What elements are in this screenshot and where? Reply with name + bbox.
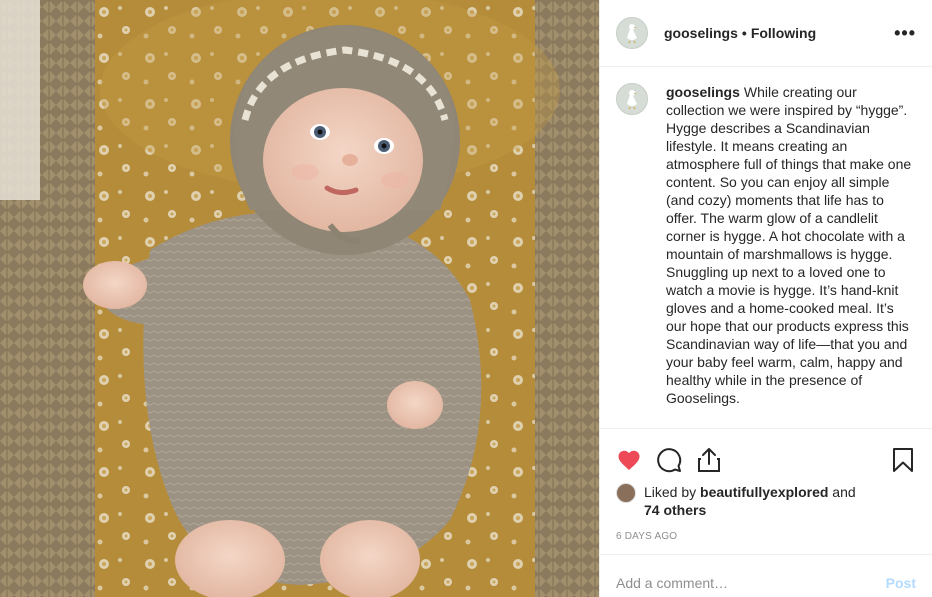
profile-avatar[interactable]: [616, 17, 648, 49]
bookmark-icon[interactable]: [890, 447, 916, 473]
goose-logo-icon: [627, 24, 637, 44]
post-comment-button[interactable]: Post: [886, 575, 916, 591]
caption-text-block: gooselings While creating our collection …: [666, 83, 916, 412]
caption-area: gooselings While creating our collection …: [600, 67, 932, 429]
post-timestamp[interactable]: 6 DAYS AGO: [600, 525, 932, 555]
liker-username[interactable]: beautifullyexplored: [700, 484, 828, 500]
comment-row: Post: [600, 555, 932, 597]
share-icon[interactable]: [696, 447, 722, 473]
header-username[interactable]: gooselings: [664, 25, 738, 41]
post-header: gooselings • Following •••: [600, 0, 932, 67]
post-photo[interactable]: [0, 0, 599, 597]
likes-others-link[interactable]: 74 others: [644, 502, 706, 518]
comment-input[interactable]: [616, 575, 886, 591]
header-separator: •: [741, 25, 747, 41]
more-options-icon[interactable]: •••: [894, 23, 916, 44]
likes-summary: Liked by beautifullyexplored and 74 othe…: [600, 483, 932, 519]
post-side-panel: gooselings • Following ••• gooselings Whi…: [599, 0, 932, 597]
comment-icon[interactable]: [656, 447, 682, 473]
caption-username[interactable]: gooselings: [666, 84, 740, 100]
heart-icon[interactable]: [616, 447, 642, 473]
caption-text: While creating our collection we were in…: [666, 84, 912, 406]
baby-photo-illustration: [0, 0, 599, 597]
action-bar: [600, 437, 932, 483]
goose-logo-icon: [627, 90, 637, 110]
caption-avatar[interactable]: [616, 83, 648, 115]
likes-text: Liked by beautifullyexplored and 74 othe…: [644, 483, 856, 519]
likes-prefix: Liked by: [644, 484, 701, 500]
likes-joiner: and: [828, 484, 856, 500]
liker-avatar[interactable]: [616, 483, 636, 503]
follow-status-button[interactable]: Following: [751, 25, 816, 41]
